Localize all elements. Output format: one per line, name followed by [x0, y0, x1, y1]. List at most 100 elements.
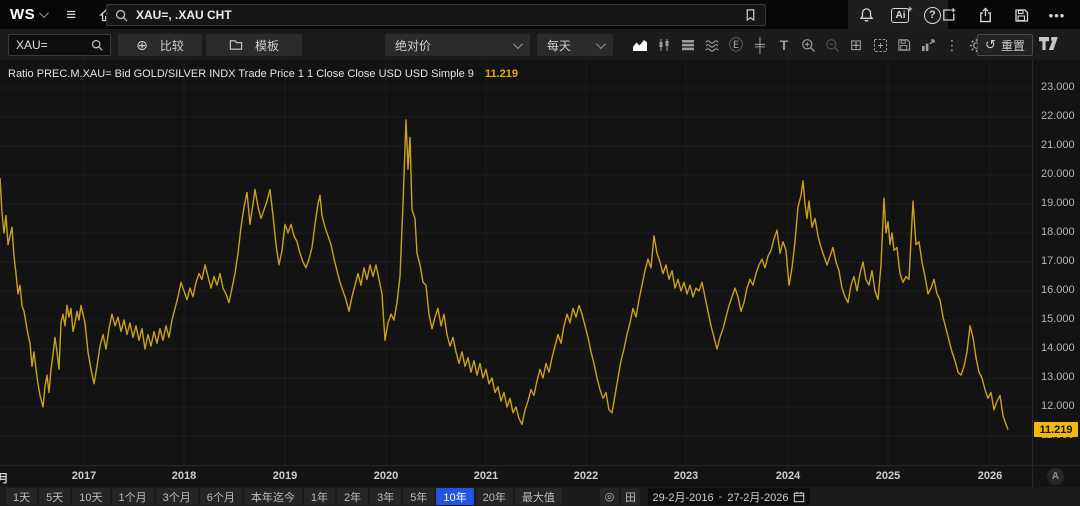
range-button-2年[interactable]: 2年 — [337, 488, 368, 505]
range-button-5年[interactable]: 5年 — [403, 488, 434, 505]
chevron-down-icon — [39, 8, 49, 18]
template-label: 模板 — [255, 37, 279, 54]
template-button[interactable]: 模板 — [206, 34, 302, 56]
price-mode-dropdown[interactable]: 绝对价 — [385, 34, 530, 56]
range-button-10天[interactable]: 10天 — [72, 488, 109, 505]
more-button[interactable]: ••• — [1042, 0, 1072, 30]
measure-button[interactable]: ╪ — [748, 31, 772, 59]
ai-assistant-button[interactable]: Ai + — [891, 8, 909, 23]
chart-area[interactable]: Ratio PREC.M.XAU= Bid GOLD/SILVER INDX T… — [0, 60, 1032, 465]
window-actions: ••• — [934, 0, 1072, 30]
range-button-3个月[interactable]: 3个月 — [156, 488, 198, 505]
zoom-out-icon — [825, 38, 840, 53]
chart-legend: Ratio PREC.M.XAU= Bid GOLD/SILVER INDX T… — [8, 68, 518, 80]
reset-button[interactable]: ↺ 重置 — [977, 34, 1033, 56]
layers-icon — [681, 39, 695, 51]
date-separator: - — [719, 491, 723, 503]
interval-dropdown[interactable]: 每天 — [537, 34, 613, 56]
chart-tools: Ⓔ ╪ T — [628, 31, 988, 59]
time-tick-label: 2018 — [164, 470, 204, 482]
range-button-1年[interactable]: 1年 — [304, 488, 335, 505]
range-button-本年迄今[interactable]: 本年迄今 — [244, 488, 302, 505]
grid-lines — [0, 60, 1032, 465]
menu-button[interactable]: ≡ — [56, 0, 86, 30]
bookmark-icon[interactable] — [744, 8, 757, 22]
chart-export-button[interactable] — [916, 31, 940, 59]
events-button[interactable]: Ⓔ — [724, 31, 748, 59]
folder-icon — [229, 39, 243, 51]
price-tick-label: 15.000 — [1041, 313, 1075, 327]
axis-corner-divider — [1032, 466, 1033, 488]
text-tool-icon: T — [780, 37, 789, 53]
time-axis[interactable]: A 月2017201820192020202120222023202420252… — [0, 465, 1080, 487]
chart-type-candles-button[interactable] — [652, 31, 676, 59]
time-tick-label: 2022 — [566, 470, 606, 482]
search-value: XAU=, .XAU CHT — [136, 8, 232, 22]
range-button-最大值[interactable]: 最大值 — [515, 488, 562, 505]
measure-icon: ╪ — [755, 37, 765, 53]
zoom-in-button[interactable] — [796, 31, 820, 59]
panel-grid-icon: 田 — [625, 489, 636, 505]
chart-svg — [0, 60, 1032, 465]
floppy-icon — [897, 38, 911, 52]
auto-scale-badge[interactable]: A — [1047, 468, 1064, 485]
symbol-input[interactable]: XAU= — [8, 34, 111, 56]
notifications-button[interactable] — [855, 0, 877, 30]
grid-settings-button[interactable]: ⊞ — [844, 31, 868, 59]
app-logo-text: WS — [10, 6, 35, 23]
zoom-out-button[interactable] — [820, 31, 844, 59]
range-button-1个月[interactable]: 1个月 — [112, 488, 154, 505]
share-icon — [978, 7, 993, 23]
price-tick-label: 12.000 — [1041, 400, 1075, 414]
new-window-button[interactable] — [934, 0, 964, 30]
hamburger-icon: ≡ — [66, 5, 76, 25]
range-button-10年[interactable]: 10年 — [436, 488, 473, 505]
symbol-value: XAU= — [16, 38, 48, 52]
range-button-3年[interactable]: 3年 — [370, 488, 401, 505]
range-button-5天[interactable]: 5天 — [39, 488, 70, 505]
reset-label: 重置 — [1001, 37, 1025, 54]
compare-label: 比较 — [160, 37, 184, 54]
time-tick-label: 2023 — [666, 470, 706, 482]
price-tick-label: 22.000 — [1041, 110, 1075, 124]
time-tick-label: 2017 — [64, 470, 104, 482]
range-button-1天[interactable]: 1天 — [6, 488, 37, 505]
share-button[interactable] — [970, 0, 1000, 30]
chart-toolbar: XAU= ⊕ 比较 模板 绝对价 每天 — [0, 30, 1080, 60]
time-tick-label: 2025 — [868, 470, 908, 482]
plus-circle-icon: ⊕ — [136, 37, 148, 54]
range-button-20年[interactable]: 20年 — [476, 488, 513, 505]
save-button[interactable] — [1006, 0, 1036, 30]
save-layout-button[interactable] — [892, 31, 916, 59]
time-tick-label: 2020 — [366, 470, 406, 482]
legend-last-value: 11.219 — [485, 68, 518, 80]
date-range-field[interactable]: 29-2月-2016 - 27-2月-2026 — [648, 488, 810, 505]
candlestick-icon — [657, 38, 671, 52]
app-logo[interactable]: WS — [0, 6, 56, 23]
waves-button[interactable] — [700, 31, 724, 59]
new-window-icon — [941, 7, 957, 23]
save-icon — [1014, 8, 1029, 23]
global-search[interactable]: XAU=, .XAU CHT — [106, 4, 766, 26]
range-button-6个月[interactable]: 6个月 — [200, 488, 242, 505]
chart-type-area-button[interactable] — [628, 31, 652, 59]
time-tick-label: 月 — [0, 470, 23, 486]
bell-icon — [859, 7, 874, 23]
layers-button[interactable] — [676, 31, 700, 59]
range-settings-button[interactable]: ◎ — [600, 488, 619, 505]
price-tick-label: 21.000 — [1041, 139, 1075, 153]
waves-icon — [705, 39, 720, 52]
more-tools-button[interactable]: ⋮ — [940, 31, 964, 59]
compare-button[interactable]: ⊕ 比较 — [118, 34, 202, 56]
data-panel-button[interactable]: 田 — [621, 488, 640, 505]
price-axis[interactable]: 23.00022.00021.00020.00019.00018.00017.0… — [1032, 60, 1080, 465]
price-tick-label: 23.000 — [1041, 81, 1075, 95]
price-tick-label: 19.000 — [1041, 197, 1075, 211]
ai-icon: Ai — [895, 10, 905, 21]
text-tool-button[interactable]: T — [772, 31, 796, 59]
time-tick-label: 2021 — [466, 470, 506, 482]
snapshot-button[interactable] — [868, 31, 892, 59]
search-icon — [91, 39, 103, 51]
chevron-down-icon — [513, 39, 523, 49]
price-tick-label: 16.000 — [1041, 284, 1075, 298]
